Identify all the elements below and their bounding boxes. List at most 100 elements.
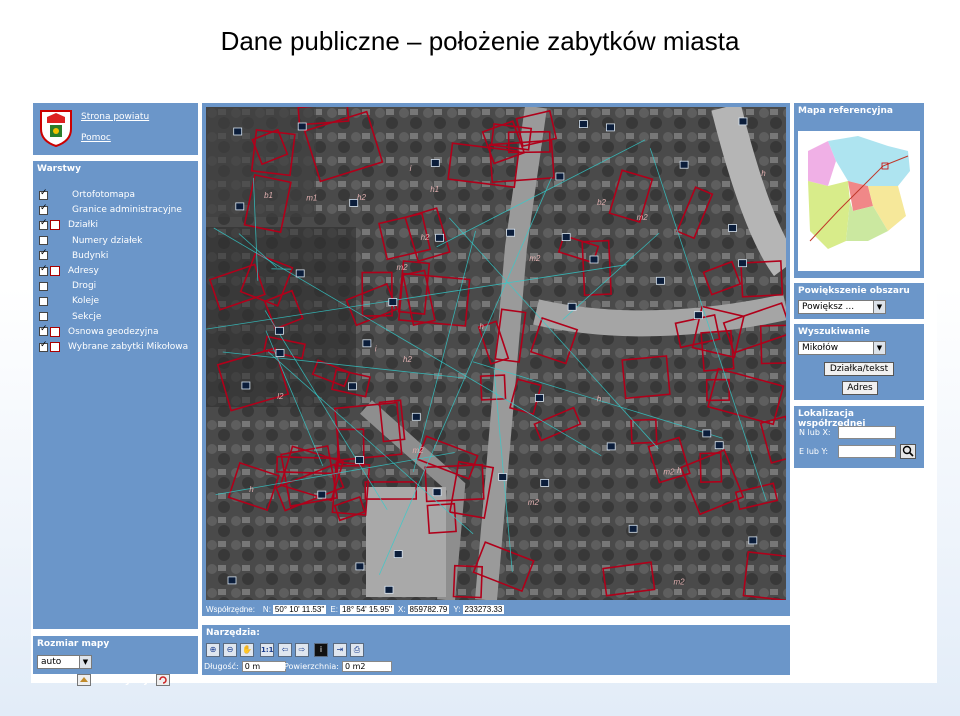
monument-marker[interactable] xyxy=(393,550,403,559)
address-button[interactable]: Adres xyxy=(842,381,878,395)
parcel-label: m2 xyxy=(413,446,425,455)
link-strona-powiatu[interactable]: Strona powiatu xyxy=(81,112,149,122)
layer-checkbox[interactable] xyxy=(39,248,48,261)
monument-marker[interactable] xyxy=(435,233,445,242)
parcel-label: h xyxy=(249,485,254,494)
monument-marker[interactable] xyxy=(355,562,365,571)
n-or-x-input[interactable] xyxy=(838,426,896,439)
layer-checkbox[interactable] xyxy=(39,281,48,291)
layer-legend-icon xyxy=(50,220,60,231)
layer-legend-icon xyxy=(50,342,60,352)
search-panel: Wyszukiwanie Mikołów ▼ Działka/tekst Adr… xyxy=(794,324,924,400)
orthophoto-map[interactable]: m2m2m2m2m2m2m2 hhhhhh1h2h2m1iib2b1l2h2 xyxy=(206,107,786,600)
monument-marker[interactable] xyxy=(702,429,712,438)
chevron-down-icon: ▼ xyxy=(873,342,885,354)
layer-label: Granice administracyjne xyxy=(72,205,182,216)
info-icon[interactable]: i xyxy=(314,643,328,657)
monument-marker[interactable] xyxy=(555,172,565,181)
monument-marker[interactable] xyxy=(355,456,365,464)
monument-marker[interactable] xyxy=(498,473,508,481)
export-icon[interactable]: ⇥ xyxy=(333,643,347,657)
monument-marker[interactable] xyxy=(297,122,307,131)
layer-checkbox[interactable] xyxy=(39,312,48,322)
map-canvas[interactable]: m2 m2 m2 m2 m2 m2 m2 h h h h h h1 h2 h2 m1 i i b2 b1 l2 h2 xyxy=(206,107,786,600)
monument-marker[interactable] xyxy=(384,585,394,594)
monument-marker[interactable] xyxy=(567,302,577,311)
zoom-in-icon[interactable]: ⊕ xyxy=(206,643,220,657)
monument-marker[interactable] xyxy=(295,269,305,278)
search-icon[interactable] xyxy=(900,444,916,459)
reference-map[interactable] xyxy=(798,131,920,271)
monument-marker[interactable] xyxy=(679,160,689,169)
monument-marker[interactable] xyxy=(235,202,245,211)
monument-marker[interactable] xyxy=(605,123,615,132)
scale-1-1-icon[interactable]: 1:1 xyxy=(260,643,274,657)
zoom-out-icon[interactable]: ⊖ xyxy=(223,643,237,657)
monument-marker[interactable] xyxy=(738,259,747,268)
monument-marker[interactable] xyxy=(388,298,398,306)
monument-marker[interactable] xyxy=(317,490,327,499)
monument-marker[interactable] xyxy=(534,393,544,402)
reference-map-title: Mapa referencyjna xyxy=(798,106,893,116)
monument-marker[interactable] xyxy=(628,524,638,533)
monument-marker[interactable] xyxy=(347,382,357,391)
layer-checkbox[interactable] xyxy=(39,203,48,215)
tools-title: Narzędzia: xyxy=(206,628,260,638)
parcel-text-button[interactable]: Działka/tekst xyxy=(824,362,894,376)
zoom-select-value: Powiększ ... xyxy=(802,302,855,312)
monument-marker[interactable] xyxy=(275,326,284,335)
layer-legend-icon xyxy=(50,326,60,337)
redraw-icon xyxy=(77,674,91,686)
layer-checkbox[interactable] xyxy=(39,340,48,352)
refresh-icon[interactable] xyxy=(156,674,171,686)
monument-marker[interactable] xyxy=(578,120,588,129)
layer-checkbox[interactable] xyxy=(39,296,48,306)
layer-label: Sekcje xyxy=(72,311,102,322)
gis-screen: Strona powiatu Pomoc Warstwy Ortofotomap… xyxy=(31,93,937,686)
monument-marker[interactable] xyxy=(655,276,665,285)
monument-marker[interactable] xyxy=(540,478,550,487)
monument-marker[interactable] xyxy=(241,381,251,390)
arrow-right-icon[interactable]: ⇨ xyxy=(295,643,309,657)
pan-hand-icon[interactable]: ✋ xyxy=(240,643,254,657)
coordinates-bar: Współrzędne: N: 50° 10' 11.53'' E: 18° 5… xyxy=(202,602,790,616)
monument-marker[interactable] xyxy=(233,127,243,136)
layer-checkbox[interactable] xyxy=(39,188,48,200)
layer-checkbox[interactable] xyxy=(39,324,48,337)
monument-marker[interactable] xyxy=(411,412,421,421)
layer-checkbox[interactable] xyxy=(39,218,48,230)
link-pomoc[interactable]: Pomoc xyxy=(81,133,111,143)
zoom-area-title: Powiększenie obszaru xyxy=(798,286,910,296)
print-icon[interactable]: ⎙ xyxy=(350,643,364,657)
monument-marker[interactable] xyxy=(606,442,616,451)
e-or-y-input[interactable] xyxy=(838,445,896,458)
coords-n-label: N: xyxy=(262,604,271,614)
layer-checkbox[interactable] xyxy=(39,264,48,276)
monument-marker[interactable] xyxy=(728,224,737,232)
map-size-select[interactable]: auto ▼ xyxy=(37,655,92,669)
layer-checkbox[interactable] xyxy=(39,236,48,246)
zoom-area-panel: Powiększenie obszaru Powiększ ... ▼ xyxy=(794,283,924,319)
redraw-button[interactable]: Przerysuj! xyxy=(95,675,152,686)
monument-marker[interactable] xyxy=(227,576,237,585)
monument-marker[interactable] xyxy=(432,488,442,497)
layer-row: Numery działek xyxy=(39,234,142,248)
monument-marker[interactable] xyxy=(362,339,372,348)
monument-marker[interactable] xyxy=(506,228,516,237)
layer-label: Drogi xyxy=(72,281,97,292)
city-crest-icon xyxy=(40,110,72,147)
monument-marker[interactable] xyxy=(748,536,758,545)
monument-marker[interactable] xyxy=(275,349,285,357)
search-select[interactable]: Mikołów ▼ xyxy=(798,341,886,355)
parcel-label: h xyxy=(761,169,766,178)
monument-marker[interactable] xyxy=(693,311,703,320)
n-or-x-label: N lub X: xyxy=(799,428,831,437)
zoom-select[interactable]: Powiększ ... ▼ xyxy=(798,300,886,314)
search-select-value: Mikołów xyxy=(802,343,839,353)
monument-marker[interactable] xyxy=(430,159,440,167)
monument-marker[interactable] xyxy=(714,441,724,450)
arrow-left-icon[interactable]: ⇦ xyxy=(278,643,292,657)
monument-marker[interactable] xyxy=(589,255,599,264)
monument-marker[interactable] xyxy=(738,117,748,126)
monument-marker[interactable] xyxy=(561,233,571,241)
